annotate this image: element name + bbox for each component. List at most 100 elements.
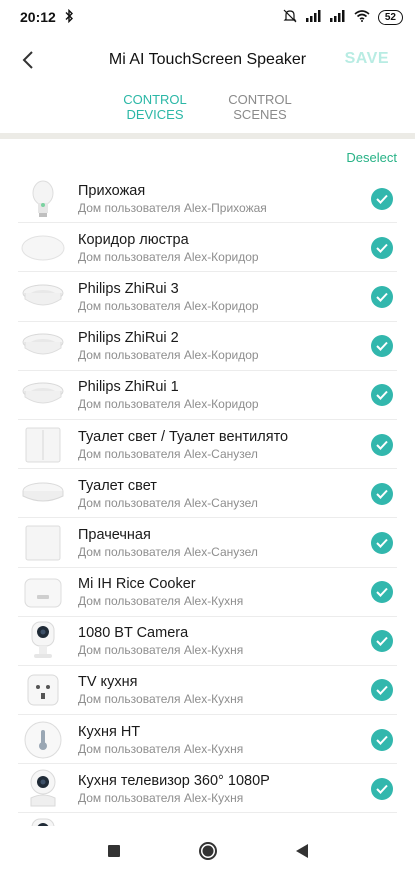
checkmark-icon[interactable] [371,581,393,604]
checkmark-icon[interactable] [371,630,393,653]
device-list: Прихожая Дом пользователя Alex-Прихожая Ко… [0,174,415,863]
checkmark-icon[interactable] [371,728,393,751]
device-row[interactable]: Philips ZhiRui 2 Дом пользователя Alex-Ко… [0,322,415,371]
device-name: Прачечная [78,526,151,543]
ceiling-lamp-icon [18,226,68,270]
bulb-icon [18,177,68,221]
recents-button[interactable] [102,839,126,863]
double-switch-icon [18,423,68,467]
device-location: Дом пользователя Alex-Коридор [78,298,259,313]
device-texts: Прачечная Дом пользователя Alex-Санузел [78,526,371,560]
device-location: Дом пользователя Alex-Кухня [78,643,244,658]
back-button[interactable] [0,36,56,84]
home-button[interactable] [196,839,220,863]
device-texts: Туалет свет Дом пользователя Alex-Санузел [78,477,371,511]
smart-plug-icon [18,668,68,712]
device-row[interactable]: Коридор люстра Дом пользователя Alex-Кори… [0,223,415,273]
device-name: 1080 BT Camera [78,625,189,642]
device-row[interactable]: Mi IH Rice Cooker Дом пользователя Alex-К… [0,568,415,617]
device-row[interactable]: Кухня телевизор 360° 1080P Дом пользовате… [0,764,415,814]
ceiling-light-icon [18,472,68,516]
checkmark-icon[interactable] [371,531,393,554]
device-location: Дом пользователя Alex-Коридор [78,348,259,363]
deselect-link[interactable]: Deselect [346,150,397,165]
battery-indicator: 52 [377,9,403,25]
checkmark-icon[interactable] [371,482,393,505]
device-location: Дом пользователя Alex-Кухня [78,692,244,707]
tab-label-line: DEVICES [126,107,184,122]
device-name: Коридор люстра [78,231,189,248]
device-texts: Philips ZhiRui 2 Дом пользователя Alex-Ко… [78,329,371,363]
bluetooth-icon [64,8,74,26]
checkmark-icon[interactable] [371,384,393,407]
mute-icon [282,9,298,26]
device-name: Кухня телевизор 360° 1080P [78,772,270,789]
app-bar: Mi AI TouchScreen Speaker SAVE [0,36,415,84]
device-row[interactable]: Прихожая Дом пользователя Alex-Прихожая [0,174,415,224]
device-location: Дом пользователя Alex-Санузел [78,446,258,461]
device-row[interactable]: 1080 BT Camera Дом пользователя Alex-Кухн… [0,617,415,667]
device-row[interactable]: Туалет свет Дом пользователя Alex-Санузел [0,469,415,519]
section-divider [0,133,415,139]
device-texts: Туалет свет / Туалет вентилято Дом пользо… [78,428,371,462]
device-row[interactable]: Туалет свет / Туалет вентилято Дом пользо… [0,420,415,470]
circle-icon [198,842,217,860]
triangle-back-icon [295,844,308,858]
device-location: Дом пользователя Alex-Коридор [78,397,259,412]
signal-icon [305,9,322,25]
device-row[interactable]: Прачечная Дом пользователя Alex-Санузел [0,518,415,568]
device-name: Mi IH Rice Cooker [78,576,196,593]
downlight-icon [18,275,68,319]
device-texts: Mi IH Rice Cooker Дом пользователя Alex-К… [78,575,371,609]
checkmark-icon[interactable] [371,285,393,308]
save-button[interactable]: SAVE [345,50,389,68]
device-location: Дом пользователя Alex-Кухня [78,741,244,756]
tab-label-line: CONTROL [123,92,187,107]
device-row[interactable]: Philips ZhiRui 1 Дом пользователя Alex-Ко… [0,371,415,421]
device-texts: Кухня телевизор 360° 1080P Дом пользовате… [78,772,371,806]
device-row[interactable]: Philips ZhiRui 3 Дом пользователя Alex-Ко… [0,272,415,322]
device-name: Прихожая [78,182,146,199]
device-texts: Прихожая Дом пользователя Alex-Прихожая [78,182,371,216]
status-bar: 20:12 52 [0,0,415,34]
device-texts: Коридор люстра Дом пользователя Alex-Кори… [78,231,371,265]
device-name: Philips ZhiRui 2 [78,330,179,347]
device-name: Кухня HT [78,723,141,740]
tab-control-scenes[interactable]: CONTROL SCENES [205,92,315,122]
device-row[interactable]: TV кухня Дом пользователя Alex-Кухня [0,666,415,716]
signal-icon-2 [329,9,346,25]
rice-cooker-icon [18,570,68,614]
checkmark-icon[interactable] [371,187,393,210]
single-switch-icon [18,521,68,565]
tab-bar: CONTROL DEVICES CONTROL SCENES [0,92,415,130]
tab-control-devices[interactable]: CONTROL DEVICES [100,92,210,122]
square-icon [107,845,120,857]
ptz-camera-icon [18,767,68,811]
device-row[interactable]: Кухня HT Дом пользователя Alex-Кухня [0,715,415,765]
tab-label-line: SCENES [233,107,287,122]
device-texts: Philips ZhiRui 1 Дом пользователя Alex-Ко… [78,378,371,412]
device-location: Дом пользователя Alex-Кухня [78,790,244,805]
downlight-icon [18,373,68,417]
device-name: Туалет свет / Туалет вентилято [78,428,289,445]
wifi-icon [354,9,370,25]
status-time: 20:12 [20,9,56,25]
back-nav-button[interactable] [290,839,314,863]
checkmark-icon[interactable] [371,777,393,800]
checkmark-icon[interactable] [371,236,393,259]
device-texts: Philips ZhiRui 3 Дом пользователя Alex-Ко… [78,280,371,314]
chevron-left-icon [22,51,33,69]
device-name: Туалет свет [78,477,157,494]
device-location: Дом пользователя Alex-Коридор [78,249,259,264]
device-location: Дом пользователя Alex-Прихожая [78,200,267,215]
device-texts: 1080 BT Camera Дом пользователя Alex-Кухн… [78,624,371,658]
checkmark-icon[interactable] [371,335,393,358]
checkmark-icon[interactable] [371,679,393,702]
downlight-icon [18,324,68,368]
device-name: TV кухня [78,674,138,691]
device-location: Дом пользователя Alex-Санузел [78,544,258,559]
device-name: Philips ZhiRui 3 [78,280,179,297]
device-texts: TV кухня Дом пользователя Alex-Кухня [78,673,371,707]
checkmark-icon[interactable] [371,433,393,456]
camera-icon [18,619,68,663]
